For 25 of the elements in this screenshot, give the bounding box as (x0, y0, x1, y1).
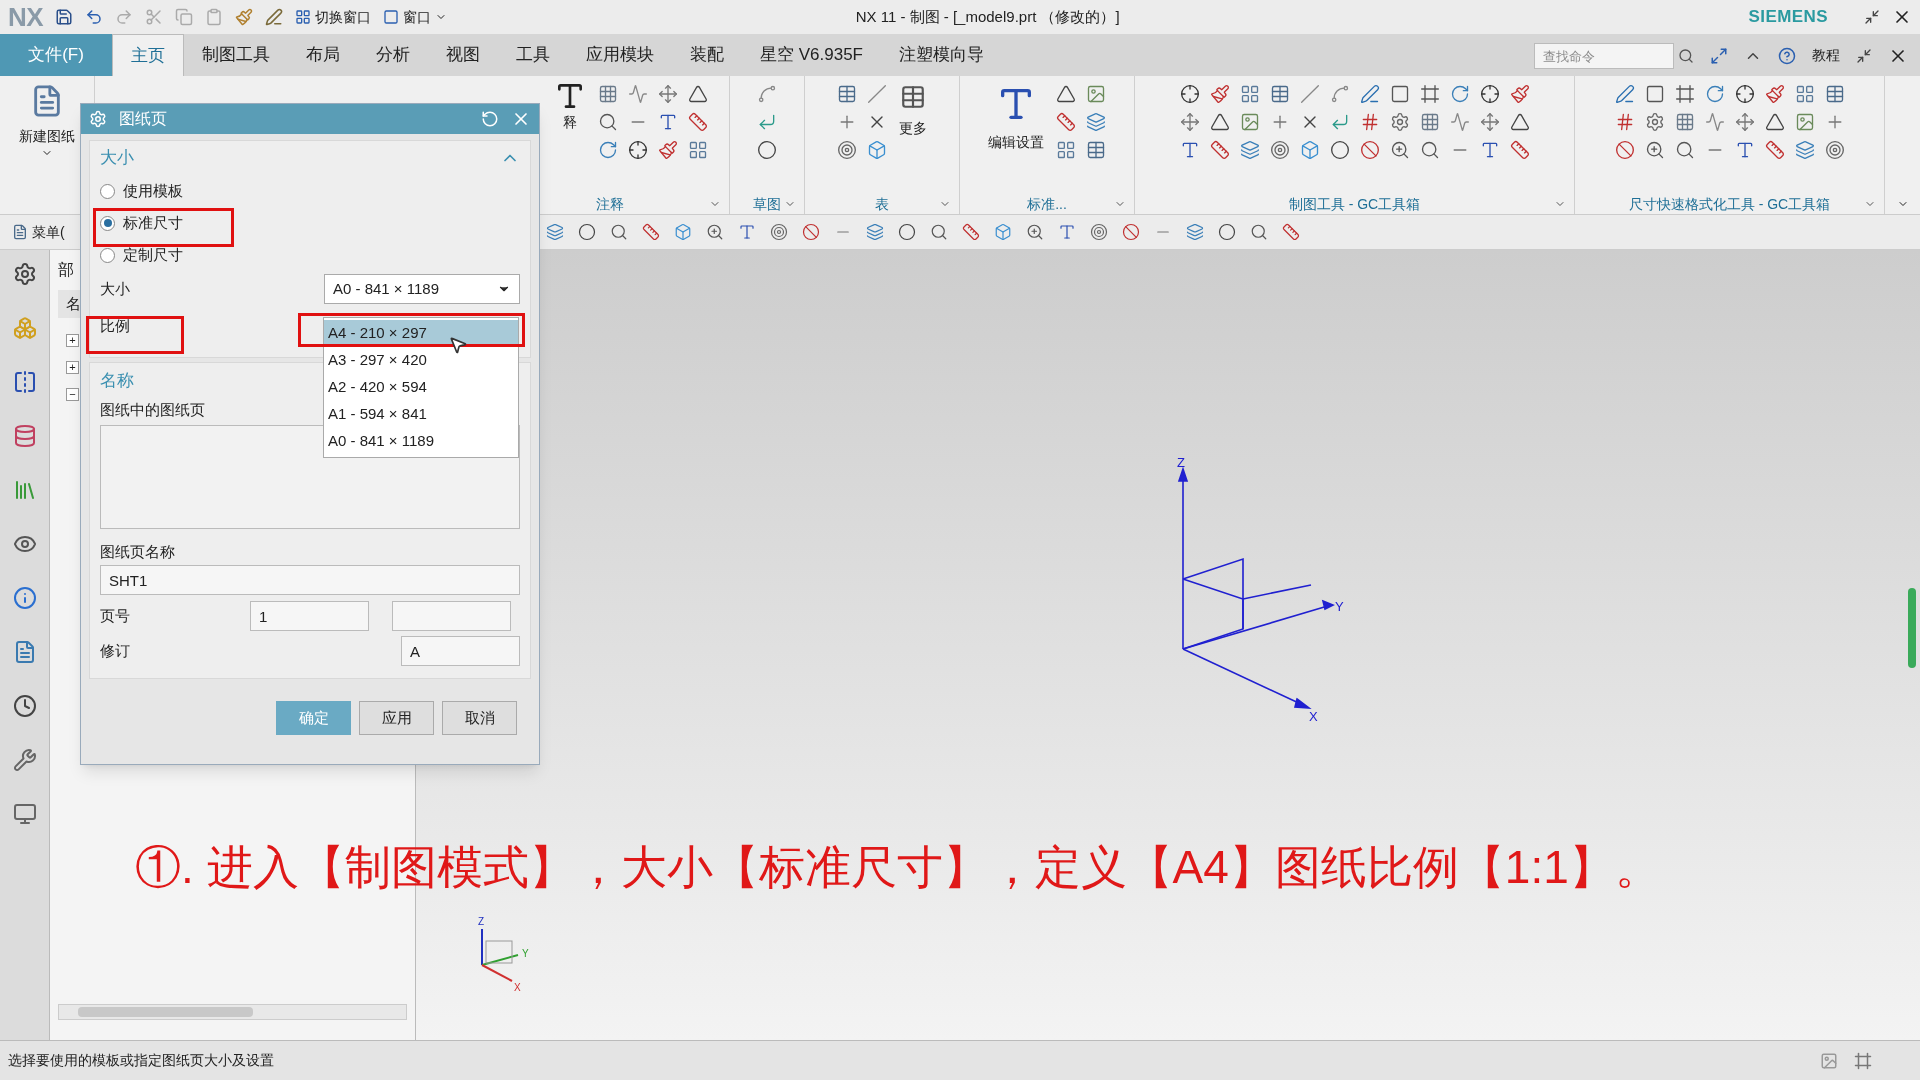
dialog-title: 图纸页 (119, 109, 168, 129)
field-label: 比例 (100, 315, 130, 336)
brand-logo: SIEMENS (1748, 6, 1828, 29)
axis-label: Z (478, 916, 485, 927)
group-label: 草图 (753, 194, 781, 214)
axis-label: Y (1335, 599, 1344, 614)
field-label: 修订 (100, 640, 131, 661)
group-label: 注释 (596, 194, 624, 214)
column-header: 名 (66, 293, 81, 314)
axis-label: Y (522, 948, 529, 959)
axis-label: X (1309, 709, 1318, 724)
axis-label: X (514, 982, 521, 993)
field-label: 大小 (100, 278, 130, 299)
group-label: 表 (875, 194, 889, 214)
field-label: 图纸页名称 (100, 542, 175, 562)
tutorial-caption: ①. 进入【制图模式】，大小【标准尺寸】，定义【A4】图纸比例【1:1】。 (135, 840, 1661, 895)
axis-label: Z (1177, 455, 1185, 470)
group-label: 尺寸快速格式化工具 - GC工具箱 (1628, 194, 1831, 214)
group-label: 标准... (1027, 194, 1067, 214)
field-label: 图纸中的图纸页 (100, 400, 205, 420)
window-title: NX 11 - 制图 - [_model9.prt （修改的）] (855, 6, 1120, 27)
field-label: 页号 (100, 605, 131, 626)
app-logo: NX (8, 0, 43, 34)
group-label: 制图工具 - GC工具箱 (1288, 194, 1421, 214)
status-text: 选择要使用的模板或指定图纸页大小及设置 (8, 1051, 275, 1070)
